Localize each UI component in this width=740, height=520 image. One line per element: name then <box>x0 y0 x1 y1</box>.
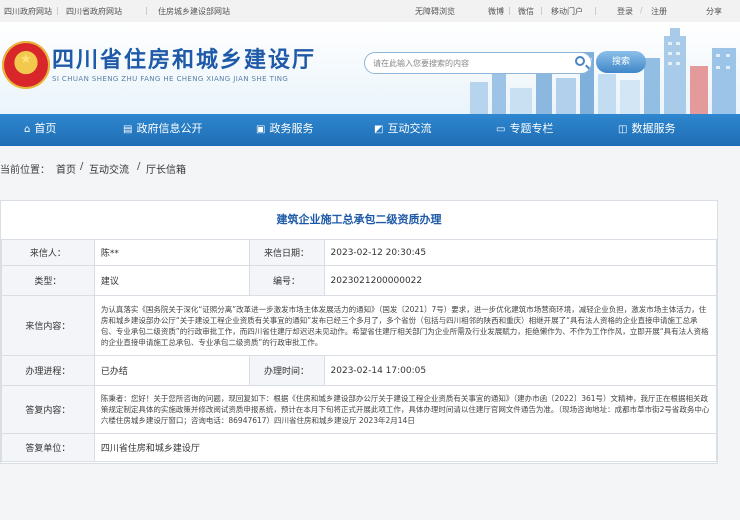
type-value: 建议 <box>93 265 250 296</box>
reply-content: 陈秉者：您好！关于您所咨询的问题，现回复如下：根据《住房和城乡建设部办公厅关于建… <box>93 385 718 434</box>
handle-time-value: 2023-02-14 17:00:05 <box>323 355 718 386</box>
search-box <box>364 52 592 74</box>
chat-icon: ◩ <box>374 124 384 135</box>
letter-detail-panel: 建筑企业施工总承包二级资质办理 来信人： 陈** 来信日期： 2023-02-1… <box>0 200 718 464</box>
search-icon[interactable] <box>575 56 585 66</box>
breadcrumb-interaction[interactable]: 互动交流 <box>89 161 129 176</box>
nav-home[interactable]: ⌂ 首页 <box>24 114 56 146</box>
home-icon: ⌂ <box>24 124 31 135</box>
number-label: 编号： <box>248 265 325 296</box>
table-row: 来信人： 陈** 来信日期： 2023-02-12 20:30:45 <box>1 239 718 266</box>
nav-interaction[interactable]: ◩ 互动交流 <box>374 114 431 146</box>
divider: | <box>56 6 59 15</box>
site-subtitle: SI CHUAN SHENG ZHU FANG HE CHENG XIANG J… <box>52 75 289 83</box>
nav-gov-info[interactable]: ▤ 政府信息公开 <box>123 114 202 146</box>
unit-value: 四川省住房和城乡建设厅 <box>93 433 718 462</box>
date-value: 2023-02-12 20:30:45 <box>323 239 718 266</box>
top-utility-bar: 四川政府网站 | 四川省政府网站 | 住房城乡建设部网站 无障碍浏览 微博 | … <box>0 0 740 23</box>
divider: | <box>508 6 511 15</box>
letter-content: 为认真落实《国务院关于深化“证照分离”改革进一步激发市场主体发展活力的通知》（国… <box>93 295 718 356</box>
table-row: 答复内容： 陈秉者：您好！关于您所咨询的问题，现回复如下：根据《住房和城乡建设部… <box>1 385 718 434</box>
table-row: 答复单位： 四川省住房和城乡建设厅 <box>1 433 718 462</box>
data-icon: ◫ <box>618 124 628 135</box>
login-link[interactable]: 登录 <box>617 6 633 17</box>
site-header: ★ 四川省住房和城乡建设厅 SI CHUAN SHENG ZHU FANG HE… <box>0 22 740 114</box>
wechat-link[interactable]: 微信 <box>518 6 534 17</box>
breadcrumb: 当前位置： 首页 / 互动交流 / 厅长信箱 <box>0 154 740 182</box>
link-province-gov[interactable]: 四川省政府网站 <box>66 6 122 17</box>
main-nav: ⌂ 首页 ▤ 政府信息公开 ▣ 政务服务 ◩ 互动交流 ▭ 专题专栏 ◫ 数据服务 <box>0 114 740 146</box>
mobile-portal-link[interactable]: 移动门户 <box>551 6 583 17</box>
weibo-link[interactable]: 微博 <box>488 6 504 17</box>
handle-time-label: 办理时间： <box>248 355 325 386</box>
type-label: 类型： <box>1 265 95 296</box>
link-sichuan-gov[interactable]: 四川政府网站 <box>4 6 52 17</box>
divider: | <box>540 6 543 15</box>
breadcrumb-separator: / <box>137 161 141 172</box>
letter-title: 建筑企业施工总承包二级资质办理 <box>276 213 442 226</box>
number-value: 2023021200000022 <box>323 265 718 296</box>
unit-label: 答复单位： <box>1 433 95 462</box>
document-icon: ▤ <box>123 124 133 135</box>
table-row: 办理进程： 已办结 办理时间： 2023-02-14 17:00:05 <box>1 355 718 386</box>
service-icon: ▣ <box>256 124 266 135</box>
search-input[interactable] <box>373 56 563 70</box>
table-row: 类型： 建议 编号： 2023021200000022 <box>1 265 718 296</box>
register-link[interactable]: 注册 <box>651 6 667 17</box>
divider: / <box>640 6 643 15</box>
letter-info-table: 来信人： 陈** 来信日期： 2023-02-12 20:30:45 类型： 建… <box>1 239 718 462</box>
breadcrumb-director-mailbox[interactable]: 厅长信箱 <box>146 161 186 176</box>
accessibility-link[interactable]: 无障碍浏览 <box>415 6 455 17</box>
breadcrumb-home[interactable]: 首页 <box>56 161 76 176</box>
breadcrumb-prefix: 当前位置： <box>0 165 50 176</box>
nav-gov-service[interactable]: ▣ 政务服务 <box>256 114 313 146</box>
divider: | <box>594 6 597 15</box>
search-button[interactable]: 搜索 <box>596 51 646 73</box>
folder-icon: ▭ <box>496 124 506 135</box>
content-label: 来信内容： <box>1 295 95 356</box>
progress-value: 已办结 <box>93 355 250 386</box>
reply-label: 答复内容： <box>1 385 95 434</box>
date-label: 来信日期： <box>248 239 325 266</box>
national-emblem-icon: ★ <box>2 41 50 89</box>
nav-data-service[interactable]: ◫ 数据服务 <box>618 114 675 146</box>
nav-special-topics[interactable]: ▭ 专题专栏 <box>496 114 553 146</box>
breadcrumb-separator: / <box>80 161 84 172</box>
divider: | <box>145 6 148 15</box>
table-row: 来信内容： 为认真落实《国务院关于深化“证照分离”改革进一步激发市场主体发展活力… <box>1 295 718 356</box>
site-title[interactable]: 四川省住房和城乡建设厅 <box>52 42 316 74</box>
progress-label: 办理进程： <box>1 355 95 386</box>
sender-value: 陈** <box>93 239 250 266</box>
share-link[interactable]: 分享 <box>706 6 722 17</box>
link-mohurd[interactable]: 住房城乡建设部网站 <box>158 6 230 17</box>
sender-label: 来信人： <box>1 239 95 266</box>
